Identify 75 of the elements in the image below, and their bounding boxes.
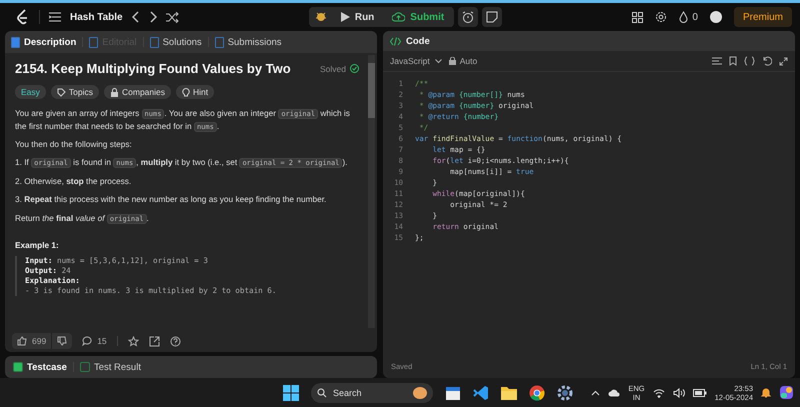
star-icon[interactable] bbox=[128, 336, 139, 346]
calendar-app-icon[interactable] bbox=[445, 384, 461, 400]
problem-title: 2154. Keep Multiplying Found Values by Two bbox=[15, 61, 292, 76]
description-paragraph: 3. Repeat this process with the new number as long as you keep finding the number. bbox=[15, 193, 328, 206]
bell-icon[interactable] bbox=[761, 387, 771, 398]
lightbulb-icon bbox=[182, 87, 190, 97]
solved-status: Solved bbox=[320, 64, 346, 74]
undo-icon[interactable] bbox=[762, 56, 772, 66]
chevron-left-icon[interactable] bbox=[132, 11, 140, 23]
code-icon bbox=[390, 36, 401, 46]
tag-icon bbox=[56, 88, 66, 96]
description-paragraph: 2. Otherwise, stop the process. bbox=[15, 174, 132, 188]
panel-tab[interactable]: Solutions bbox=[150, 36, 202, 48]
folder-app-icon[interactable] bbox=[501, 386, 517, 400]
chevron-up-icon[interactable] bbox=[591, 390, 600, 396]
example-title: Example 1: bbox=[15, 240, 60, 250]
browser-app-icon[interactable] bbox=[529, 384, 545, 400]
timer-button[interactable] bbox=[458, 7, 478, 27]
drop-icon[interactable] bbox=[679, 11, 688, 23]
list-icon[interactable] bbox=[49, 12, 61, 22]
expand-icon[interactable] bbox=[779, 56, 788, 66]
search-highlight-icon bbox=[413, 386, 427, 398]
code-editor-app-icon[interactable] bbox=[473, 384, 489, 400]
check-circle-icon bbox=[350, 64, 359, 73]
dislike-button[interactable] bbox=[51, 333, 72, 349]
share-icon[interactable] bbox=[148, 336, 160, 346]
note-button[interactable] bbox=[482, 7, 502, 27]
difficulty-tag[interactable]: Easy bbox=[15, 85, 46, 99]
timer-icon bbox=[462, 11, 474, 23]
cloud-upload-icon bbox=[392, 12, 406, 22]
scrollbar[interactable] bbox=[368, 55, 375, 328]
avatar-icon[interactable] bbox=[710, 11, 722, 23]
braces-icon[interactable] bbox=[744, 56, 755, 66]
play-icon bbox=[340, 12, 350, 22]
format-icon[interactable] bbox=[712, 56, 722, 66]
lock-icon bbox=[448, 57, 456, 65]
grid-icon[interactable] bbox=[632, 12, 644, 22]
language-dropdown[interactable]: JavaScript bbox=[390, 56, 442, 66]
panel-tab[interactable]: Test Result bbox=[80, 362, 141, 372]
wifi-icon[interactable] bbox=[652, 388, 665, 398]
companies-tag[interactable]: Companies bbox=[104, 85, 171, 99]
bookmark-icon[interactable] bbox=[729, 56, 737, 66]
chevron-right-icon[interactable] bbox=[148, 11, 157, 23]
search-icon bbox=[317, 388, 327, 398]
premium-button[interactable]: Premium bbox=[734, 7, 792, 27]
streak-count: 0 bbox=[692, 12, 698, 22]
gear-app-icon[interactable] bbox=[557, 384, 573, 400]
colorful-app-icon[interactable] bbox=[779, 385, 794, 400]
problem-list-link[interactable]: Hash Table bbox=[70, 12, 123, 22]
comments-button[interactable]: 15 bbox=[82, 336, 107, 346]
thumbs-down-icon bbox=[57, 336, 68, 346]
panel-tab[interactable]: Submissions bbox=[214, 36, 282, 48]
code-title: Code bbox=[406, 36, 430, 46]
comment-icon bbox=[82, 336, 92, 346]
help-icon[interactable] bbox=[170, 336, 181, 346]
topics-tag[interactable]: Topics bbox=[50, 85, 99, 99]
hint-tag[interactable]: Hint bbox=[176, 85, 214, 99]
shuffle-icon[interactable] bbox=[166, 12, 179, 22]
logo-icon[interactable] bbox=[16, 9, 30, 25]
speaker-icon[interactable] bbox=[672, 388, 685, 398]
mode-label[interactable]: Auto bbox=[460, 56, 478, 66]
panel-tab[interactable]: Testcase bbox=[13, 362, 67, 372]
panel-tab[interactable]: Description bbox=[11, 36, 76, 48]
battery-icon[interactable] bbox=[692, 388, 707, 396]
like-button[interactable]: 699 bbox=[12, 333, 52, 349]
note-icon bbox=[486, 11, 498, 23]
taskbar-search-field[interactable]: Search bbox=[311, 382, 433, 402]
settings-icon[interactable] bbox=[655, 11, 668, 23]
cloud-icon[interactable] bbox=[608, 388, 620, 396]
thumbs-up-icon bbox=[17, 336, 27, 346]
chevron-down-icon bbox=[434, 58, 442, 64]
description-paragraph: You then do the following steps: bbox=[15, 138, 133, 150]
windows-start-icon[interactable] bbox=[283, 384, 299, 400]
debug-icon[interactable] bbox=[314, 11, 327, 23]
lock-icon bbox=[110, 88, 119, 96]
